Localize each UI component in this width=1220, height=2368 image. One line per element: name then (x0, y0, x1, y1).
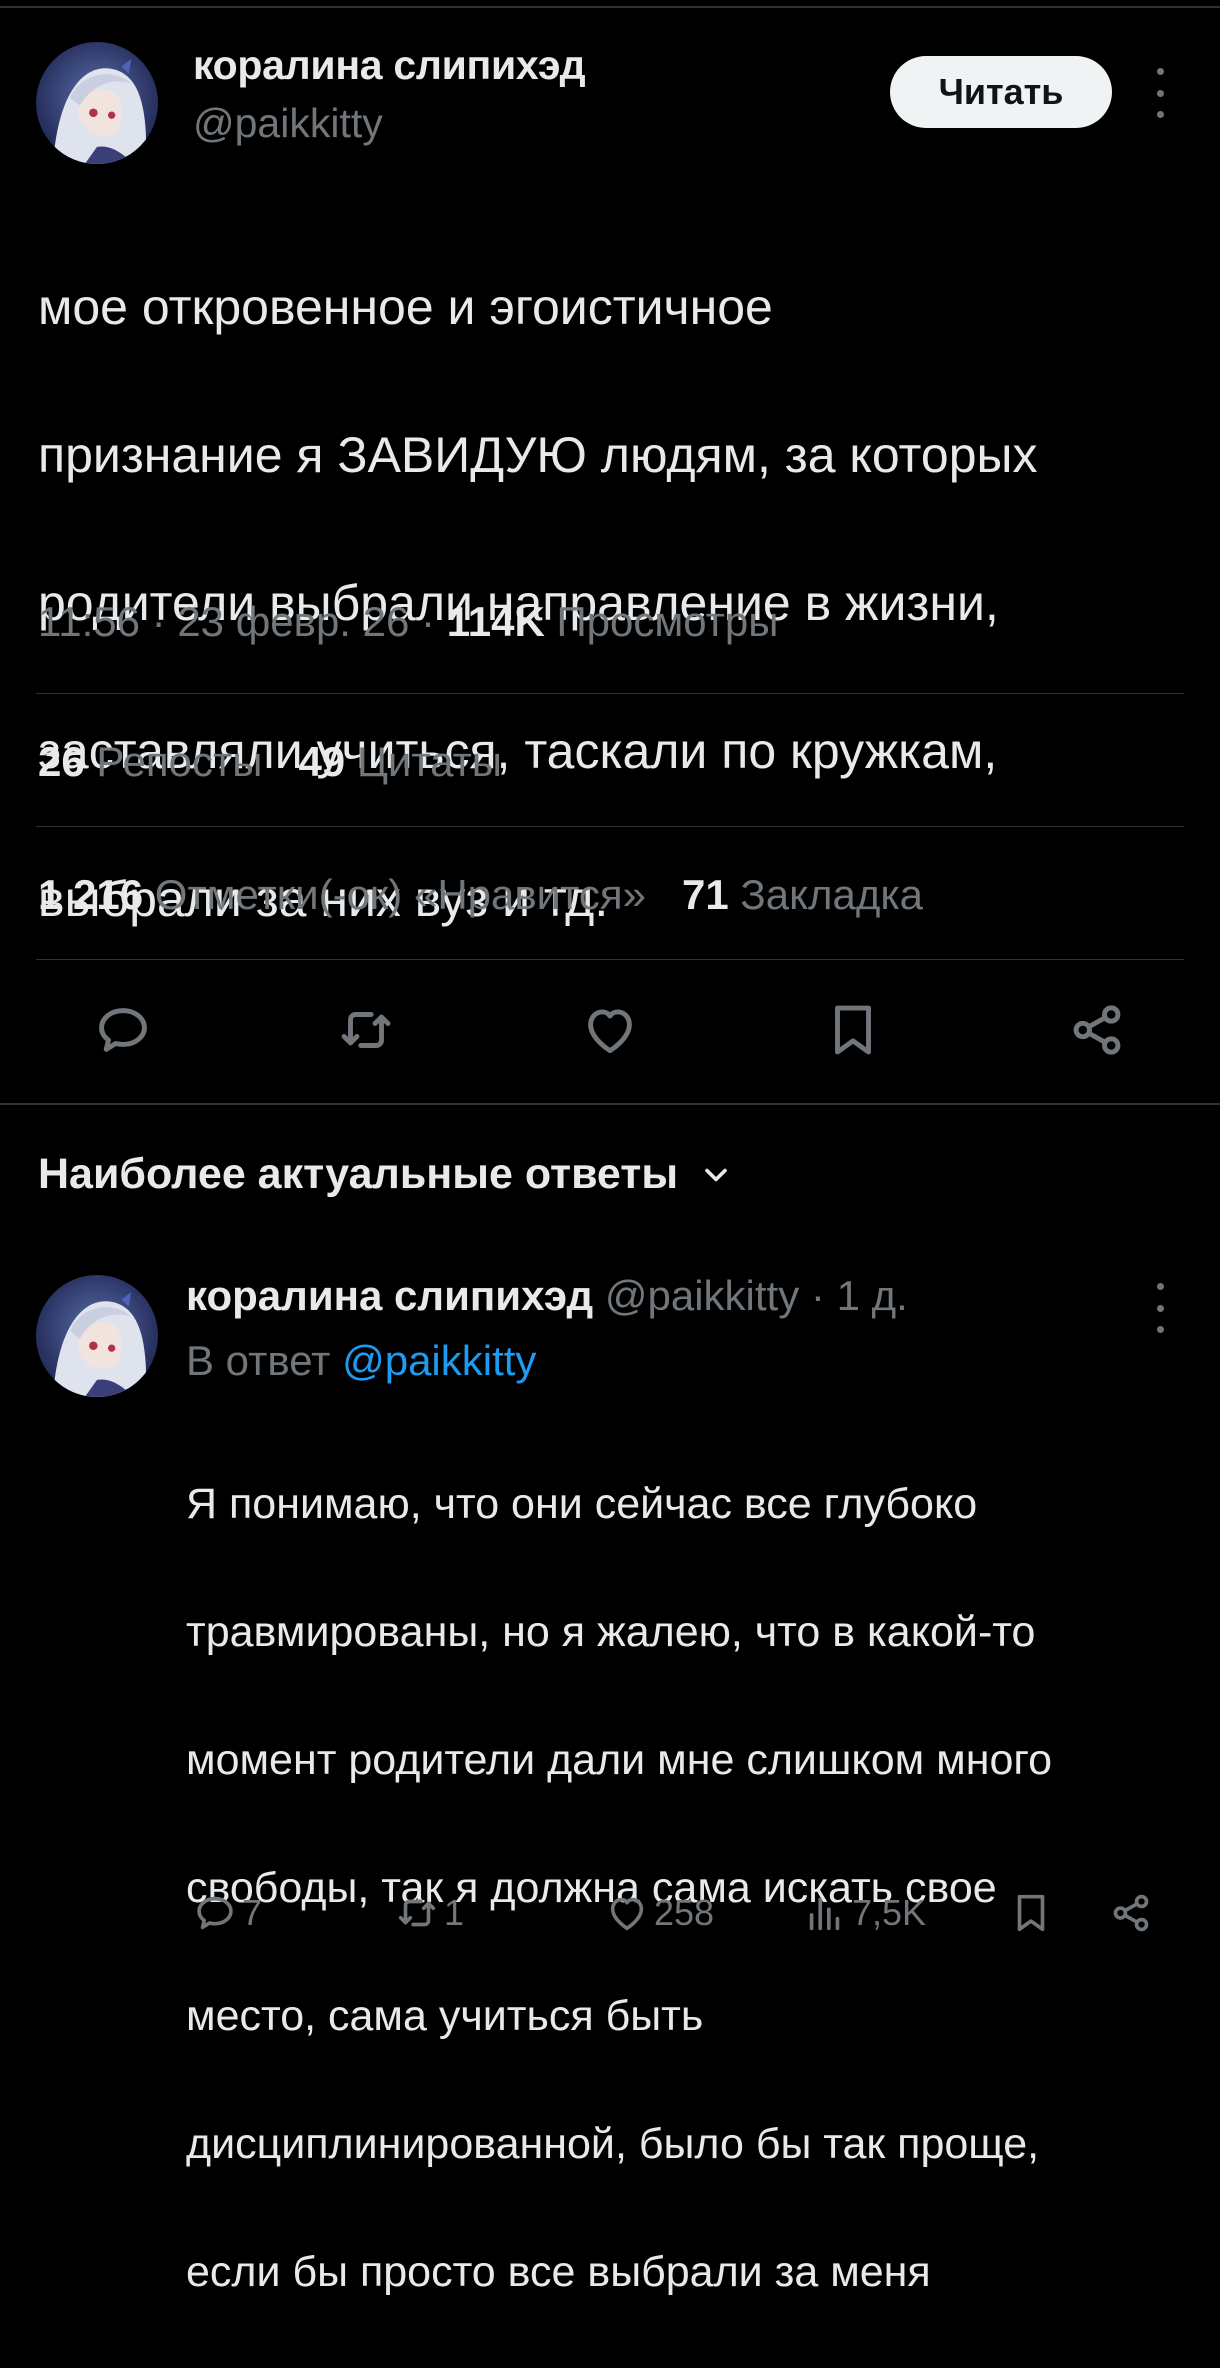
likes-link[interactable]: 1 216 Отметки(-ок) «Нравится» (38, 871, 646, 918)
reply-author-handle[interactable]: @paikkitty (605, 1272, 799, 1319)
reply-text-line: травмированы, но я жалею, что в какой-то (186, 1608, 1036, 1656)
bookmarks-label: Закладка (740, 871, 924, 918)
retweet-icon (398, 1899, 436, 1927)
views-icon (809, 1897, 840, 1931)
reply-time[interactable]: 1 д. (837, 1272, 908, 1319)
more-vertical-icon[interactable] (1150, 1283, 1170, 1333)
tweet-date[interactable]: 23 февр. 26 (177, 598, 409, 645)
top-divider (0, 6, 1220, 8)
reply-author-avatar[interactable] (36, 1275, 158, 1397)
bookmark-icon (1017, 1894, 1045, 1932)
reply-likes-count: 258 (654, 1892, 715, 1933)
more-vertical-icon[interactable] (1150, 68, 1170, 118)
reply-reposts-count: 1 (444, 1892, 465, 1933)
like-icon (610, 1897, 644, 1931)
reposts-link[interactable]: 26 Репосты (38, 738, 262, 785)
tweet-text-line: мое откровенное и эгоистичное (38, 279, 773, 335)
reply-header: коралина слипихэд @paikkitty · 1 д. (186, 1272, 908, 1320)
quotes-label: Цитаты (356, 738, 502, 785)
replies-heading-label: Наиболее актуальные ответы (38, 1150, 679, 1198)
reply-icon (197, 1896, 233, 1930)
chevron-down-icon (705, 1168, 727, 1181)
reply-text-line: если бы просто все выбрали за меня (186, 2248, 931, 2296)
bookmark-icon[interactable] (822, 999, 884, 1061)
repost-stats: 26 Репосты 49 Цитаты (38, 738, 502, 786)
reply-like-button[interactable]: 258 (604, 1888, 714, 1938)
divider (36, 826, 1184, 827)
replies-sort-dropdown[interactable]: Наиболее актуальные ответы (38, 1150, 734, 1199)
avatar-image (36, 1275, 158, 1397)
reply-reply-button[interactable]: 7 (192, 1888, 262, 1938)
reply-views-button[interactable]: 7,5K (802, 1888, 926, 1938)
like-icon[interactable] (579, 999, 641, 1061)
tweet-meta: 11:56 · 23 февр. 26 · 114K Просмотры (38, 598, 779, 645)
share-icon (1113, 1894, 1149, 1932)
reply-text-line: место, сама учиться быть (186, 1992, 704, 2040)
reply-to-prefix: В ответ (186, 1337, 331, 1384)
likes-label: Отметки(-ок) «Нравится» (154, 871, 647, 918)
reply-to-mention[interactable]: @paikkitty (342, 1337, 536, 1384)
reply-text-line: момент родители дали мне слишком много (186, 1736, 1053, 1784)
bookmarks-link[interactable]: 71 Закладка (682, 871, 923, 918)
reply-share-button[interactable] (1108, 1888, 1158, 1938)
reply-text-line: дисциплинированной, было бы так проще, (186, 2120, 1040, 2168)
bookmarks-count: 71 (682, 871, 729, 918)
divider (36, 693, 1184, 694)
views-count: 114K (446, 598, 545, 645)
author-handle[interactable]: @paikkitty (193, 100, 383, 147)
tweet-time[interactable]: 11:56 (38, 598, 140, 645)
quotes-link[interactable]: 49 Цитаты (298, 738, 502, 785)
reply-replies-count: 7 (242, 1892, 263, 1933)
reply-author-name[interactable]: коралина слипихэд (186, 1272, 593, 1319)
follow-button[interactable]: Читать (890, 56, 1112, 128)
tweet-text-line: признание я ЗАВИДУЮ людям, за которых (38, 427, 1038, 483)
reply-to-line: В ответ @paikkitty (186, 1337, 536, 1385)
section-divider (0, 1103, 1220, 1105)
views-label: Просмотры (556, 598, 779, 645)
reply-retweet-button[interactable]: 1 (394, 1888, 464, 1938)
reposts-label: Репосты (96, 738, 263, 785)
likes-count: 1 216 (38, 871, 144, 918)
divider (36, 959, 1184, 960)
reply-text-line: Я понимаю, что они сейчас все глубоко (186, 1480, 978, 1528)
reply-icon[interactable] (92, 999, 154, 1061)
reposts-count: 26 (38, 738, 85, 785)
reply-bookmark-button[interactable] (1008, 1888, 1058, 1938)
quotes-count: 49 (298, 738, 346, 785)
author-name[interactable]: коралина слипихэд (193, 42, 586, 89)
like-stats: 1 216 Отметки(-ок) «Нравится» 71 Закладка (38, 871, 923, 919)
reply-views-count: 7,5K (852, 1892, 927, 1933)
avatar-image (36, 42, 158, 164)
author-avatar[interactable] (36, 42, 158, 164)
share-icon[interactable] (1066, 999, 1128, 1061)
retweet-icon[interactable] (335, 999, 397, 1061)
reply-separator: · (810, 1272, 825, 1319)
